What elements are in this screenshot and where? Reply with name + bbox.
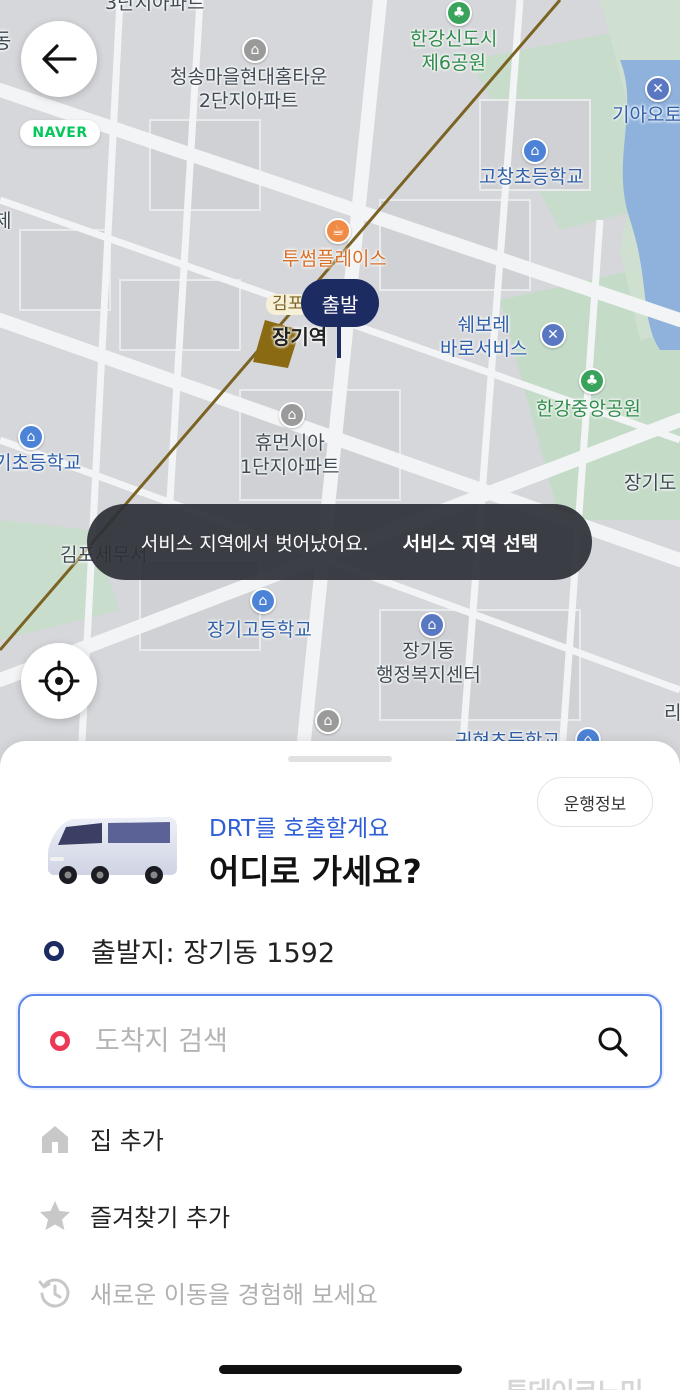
apartment-icon: ⌂ [242, 37, 268, 63]
apartment-icon-bottom: ⌂ [315, 708, 341, 734]
history-icon [38, 1276, 72, 1310]
school-icon-left: ⌂ [18, 424, 44, 450]
map-label-left-e: 제 [0, 210, 12, 232]
map-label-bottom-right: 리 [664, 702, 680, 724]
start-pin[interactable]: 출발 [301, 279, 379, 327]
map-label-janggi-station: 장기역 [272, 325, 328, 349]
add-home-button[interactable]: 집 추가 [38, 1121, 164, 1156]
arrow-left-icon [42, 44, 77, 74]
map-label-left-edge: 동 [0, 29, 12, 53]
map-label-janggi-right: 장기도 [624, 472, 677, 494]
map-label-hangang-park: 한강중앙공원 [536, 398, 641, 420]
map-label-humansia: 휴먼시아 1단지아파트 [240, 432, 340, 478]
map-label-chevrolet: 쉐보레 바로서비스 [440, 314, 528, 360]
map-label-cheongsong: 청송마을현대홈타운 2단지아파트 [170, 66, 328, 112]
new-trip-label: 새로운 이동을 경험해 보세요 [90, 1281, 378, 1309]
toast-message: 서비스 지역에서 벗어났어요. [140, 532, 369, 555]
map-label-janggi-admin: 장기동 행정복지센터 [376, 640, 481, 686]
sheet-title: 어디로 가세요? [209, 852, 422, 891]
add-favorite-button[interactable]: 즐겨찾기 추가 [38, 1198, 230, 1233]
add-home-label: 집 추가 [90, 1127, 164, 1155]
home-indicator [219, 1365, 462, 1374]
school-icon-high: ⌂ [250, 588, 276, 614]
add-favorite-label: 즐겨찾기 추가 [90, 1204, 231, 1232]
map-label-janggi-high: 장기고등학교 [207, 619, 312, 641]
service-icon: ✕ [645, 76, 671, 102]
origin-row[interactable]: 출발지: 장기동 1592 [44, 931, 335, 970]
repair-icon: ✕ [540, 322, 566, 348]
map-label-gochang: 고창초등학교 [479, 166, 584, 188]
government-icon: ⌂ [419, 612, 445, 638]
cafe-icon: ☕ [325, 218, 351, 244]
destination-search[interactable] [18, 994, 662, 1088]
start-pin-stem [337, 326, 341, 358]
sheet-subtitle: DRT를 호출할게요 [209, 816, 390, 842]
new-trip-hint[interactable]: 새로운 이동을 경험해 보세요 [38, 1275, 378, 1310]
map-label-gia: 기아오토 [612, 104, 680, 126]
bottom-sheet: 운행정보 DRT를 호출할게요 어디로 가세요? 출발지: 장기동 1592 도… [0, 741, 680, 1390]
destination-search-input[interactable] [95, 1025, 565, 1057]
map-label-left-school: 기초등학교 [0, 452, 82, 474]
map-label-apartment-top: 3단지아파트 [105, 0, 205, 14]
origin-marker-icon [44, 940, 64, 961]
naver-logo: NAVER [20, 120, 100, 146]
back-button[interactable] [21, 21, 97, 97]
crosshair-icon [38, 660, 80, 702]
apartment-icon-humansia: ⌂ [279, 402, 305, 428]
search-icon[interactable] [596, 1025, 630, 1059]
destination-marker-icon [50, 1031, 70, 1051]
star-icon [38, 1199, 72, 1233]
sheet-drag-handle[interactable] [288, 756, 392, 762]
map-label-tousome: 투썸플레이스 [282, 248, 387, 270]
park-icon: ♣ [446, 0, 472, 26]
select-service-area-button[interactable]: 서비스 지역 선택 [403, 529, 539, 556]
map-base [0, 0, 680, 780]
watermark: 투데이코노미 [505, 1372, 644, 1390]
van-icon [48, 817, 177, 884]
current-location-button[interactable] [21, 643, 97, 719]
map-view[interactable]: 3단지아파트 동 ⌂ 청송마을현대홈타운 2단지아파트 ♣ 한강신도시 제6공원… [0, 0, 680, 780]
park-icon-central: ♣ [579, 368, 605, 394]
service-info-button[interactable]: 운행정보 [537, 777, 653, 827]
origin-label: 출발지: 장기동 1592 [91, 938, 336, 969]
map-label-park6: 한강신도시 제6공원 [410, 28, 498, 74]
school-icon: ⌂ [522, 138, 548, 164]
home-icon [38, 1122, 72, 1156]
service-area-toast: 서비스 지역에서 벗어났어요. 서비스 지역 선택 [87, 504, 592, 580]
